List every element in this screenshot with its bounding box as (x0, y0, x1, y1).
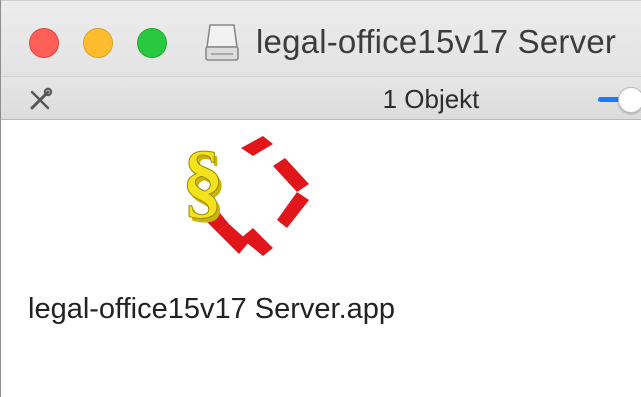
finder-window: legal-office15v17 Server 1 Objekt § § le… (0, 0, 641, 397)
legal-office-app-icon[interactable]: § § (181, 130, 311, 280)
window-title: legal-office15v17 Server (256, 23, 617, 60)
title-bar[interactable]: legal-office15v17 Server (1, 0, 641, 76)
svg-text:§: § (182, 134, 224, 227)
status-bar: 1 Objekt (1, 76, 641, 120)
item-count-label: 1 Objekt (382, 84, 480, 114)
drive-icon[interactable] (203, 21, 241, 63)
zoom-window-button[interactable] (137, 28, 167, 58)
close-window-button[interactable] (29, 28, 59, 58)
file-item[interactable]: § § legal-office15v17 Server.app (11, 130, 481, 340)
file-item-label[interactable]: legal-office15v17 Server.app (28, 293, 395, 326)
icon-size-slider-knob[interactable] (618, 87, 641, 113)
minimize-window-button[interactable] (83, 28, 113, 58)
file-area[interactable]: § § legal-office15v17 Server.app (1, 120, 641, 397)
